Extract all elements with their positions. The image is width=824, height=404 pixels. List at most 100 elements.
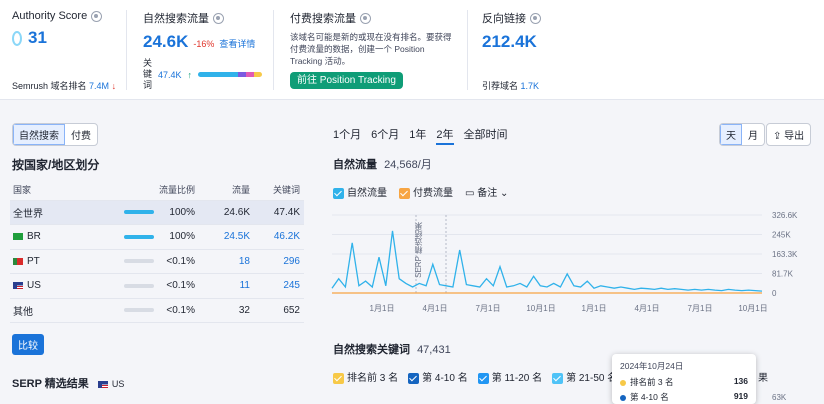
info-icon[interactable]: [91, 10, 103, 22]
legend-label: 自然流量: [347, 188, 387, 199]
country-name: BR: [27, 231, 41, 243]
brazil-flag-icon: [13, 233, 23, 241]
backlinks-card: 反向链接 212.4K: [482, 10, 541, 52]
keywords-value[interactable]: 296: [250, 249, 304, 274]
keywords-value[interactable]: 47.4K: [158, 70, 182, 80]
x-tick-label: 1月1日: [370, 304, 395, 313]
divider: [126, 10, 127, 90]
legend-label: 付费流量: [413, 188, 453, 199]
share-bar: [124, 259, 155, 264]
x-tick-label: 4月1日: [635, 304, 660, 313]
table-row[interactable]: 其他 <0.1% 32 652: [10, 298, 304, 323]
portugal-flag-icon: [13, 257, 23, 265]
info-icon[interactable]: [360, 12, 371, 24]
tab-paid[interactable]: 付费: [65, 124, 97, 145]
share-bar: [124, 308, 155, 313]
table-row[interactable]: PT <0.1% 18 296: [10, 249, 304, 274]
source-toggle: 自然搜索 付费: [12, 123, 98, 146]
col-keywords: 关键词: [250, 180, 304, 201]
keywords-label: 关键词: [143, 58, 153, 90]
traffic-title: 自然流量: [333, 159, 377, 171]
ref-label: 引荐域名: [482, 81, 519, 91]
referring-domains: 引荐域名 1.7K: [482, 79, 539, 92]
tab-organic[interactable]: 自然搜索: [13, 124, 65, 145]
period-2y[interactable]: 2年: [436, 129, 454, 145]
y-tick-label: 0: [772, 289, 777, 298]
keywords-axis-tick: 63K: [772, 393, 787, 402]
granularity-toggle: 天 月: [719, 123, 765, 146]
info-icon[interactable]: [530, 12, 541, 24]
table-row[interactable]: 全世界 100% 24.6K 47.4K: [10, 200, 304, 225]
series-line[interactable]: [331, 230, 763, 292]
organic-value[interactable]: 24.6K: [143, 32, 188, 52]
serp-country: US: [111, 379, 125, 389]
x-tick-label: 10月1日: [526, 304, 555, 313]
us-flag-icon: [97, 380, 108, 388]
serp-annotation: SERP 精选结果: [414, 222, 423, 278]
export-label: 导出: [784, 131, 805, 142]
filter-21-50[interactable]: 第 21-50 名: [552, 369, 617, 384]
filter-label: 排名前 3 名: [347, 373, 399, 384]
period-1m[interactable]: 1个月: [333, 129, 361, 141]
backlinks-value[interactable]: 212.4K: [482, 32, 537, 51]
traffic-value[interactable]: 11: [195, 273, 250, 299]
filter-label: 第 21-50 名: [566, 373, 618, 384]
tooltip-value: 136: [733, 376, 748, 386]
notes-label: 备注: [477, 188, 498, 199]
authority-ring-icon: [12, 30, 22, 46]
keywords-value[interactable]: 245: [250, 273, 304, 299]
info-icon[interactable]: [213, 12, 224, 24]
organic-traffic-card: 自然搜索流量 24.6K -16% 查看详情 关键词 47.4K ↑: [143, 10, 263, 91]
position-tracking-button[interactable]: 前往 Position Tracking: [290, 72, 403, 89]
granularity-month[interactable]: 月: [742, 124, 764, 145]
rank-value[interactable]: 7.4M: [89, 81, 109, 91]
compare-button[interactable]: 比较: [12, 334, 44, 355]
section-title: 按国家/地区划分: [12, 158, 100, 172]
legend-paid[interactable]: 付费流量: [399, 184, 453, 199]
filter-top3[interactable]: 排名前 3 名: [333, 369, 398, 384]
legend-organic[interactable]: 自然流量: [333, 184, 387, 199]
tooltip-row: 第 4-10 名 919: [620, 391, 748, 403]
detail-link[interactable]: 查看详情: [219, 37, 255, 50]
country-name: 全世界: [10, 200, 120, 225]
keywords-count: 47,431: [417, 344, 451, 356]
traffic-chart[interactable]: 326.6K 245K 163.3K 81.7K 0 1月1日 4月1日 7月1日 10月1日 1…: [330, 205, 824, 317]
filter-overflow-text: 果: [758, 373, 768, 384]
divider: [273, 10, 274, 90]
checkbox-icon: [408, 372, 420, 384]
checkbox-icon: [333, 372, 344, 384]
x-tick-label: 7月1日: [476, 304, 501, 313]
ref-value[interactable]: 1.7K: [521, 81, 540, 91]
table-row[interactable]: US <0.1% 11 245: [10, 273, 304, 299]
traffic-heading: 自然流量 24,568/月: [333, 156, 432, 172]
y-tick-label: 81.7K: [772, 270, 794, 279]
share-value: 100%: [169, 206, 195, 218]
share-bar: [124, 210, 155, 215]
paid-traffic-card: 付费搜索流量 该域名可能是新的或现在没有排名。要获得付费流量的数据，创建一个 P…: [290, 10, 455, 89]
keywords-heading: 自然搜索关键词 47,431: [333, 341, 451, 357]
divider: [467, 10, 468, 90]
share-value: <0.1%: [166, 255, 195, 267]
granularity-day[interactable]: 天: [720, 124, 742, 145]
serp-section: SERP 精选结果 US: [12, 375, 124, 391]
traffic-value[interactable]: 18: [195, 249, 250, 274]
notes-dropdown[interactable]: ▭ 备注 ⌄: [465, 184, 508, 199]
export-button[interactable]: ⇪ 导出: [766, 123, 812, 146]
table-row[interactable]: BR 100% 24.5K 46.2K: [10, 224, 304, 250]
paid-title: 付费搜索流量: [290, 13, 356, 25]
paid-description: 该域名可能是新的或现在没有排名。要获得付费流量的数据，创建一个 Position…: [290, 32, 452, 66]
country-name: 其他: [10, 298, 120, 323]
filter-11-20[interactable]: 第 11-20 名: [477, 369, 542, 384]
traffic-value: 32: [195, 298, 250, 323]
filter-4-10[interactable]: 第 4-10 名: [408, 369, 468, 384]
traffic-value[interactable]: 24.5K: [195, 224, 250, 250]
serp-title: SERP 精选结果: [12, 378, 89, 390]
period-1y[interactable]: 1年: [409, 129, 426, 141]
keywords-value[interactable]: 46.2K: [250, 224, 304, 250]
keyword-filters: 排名前 3 名 第 4-10 名 第 11-20 名 第 21-50 名: [333, 369, 617, 384]
col-traffic: 流量: [195, 180, 250, 201]
share-value: 100%: [169, 231, 195, 243]
period-all[interactable]: 全部时间: [464, 129, 508, 141]
export-icon: ⇪: [773, 131, 782, 142]
period-6m[interactable]: 6个月: [371, 129, 399, 141]
